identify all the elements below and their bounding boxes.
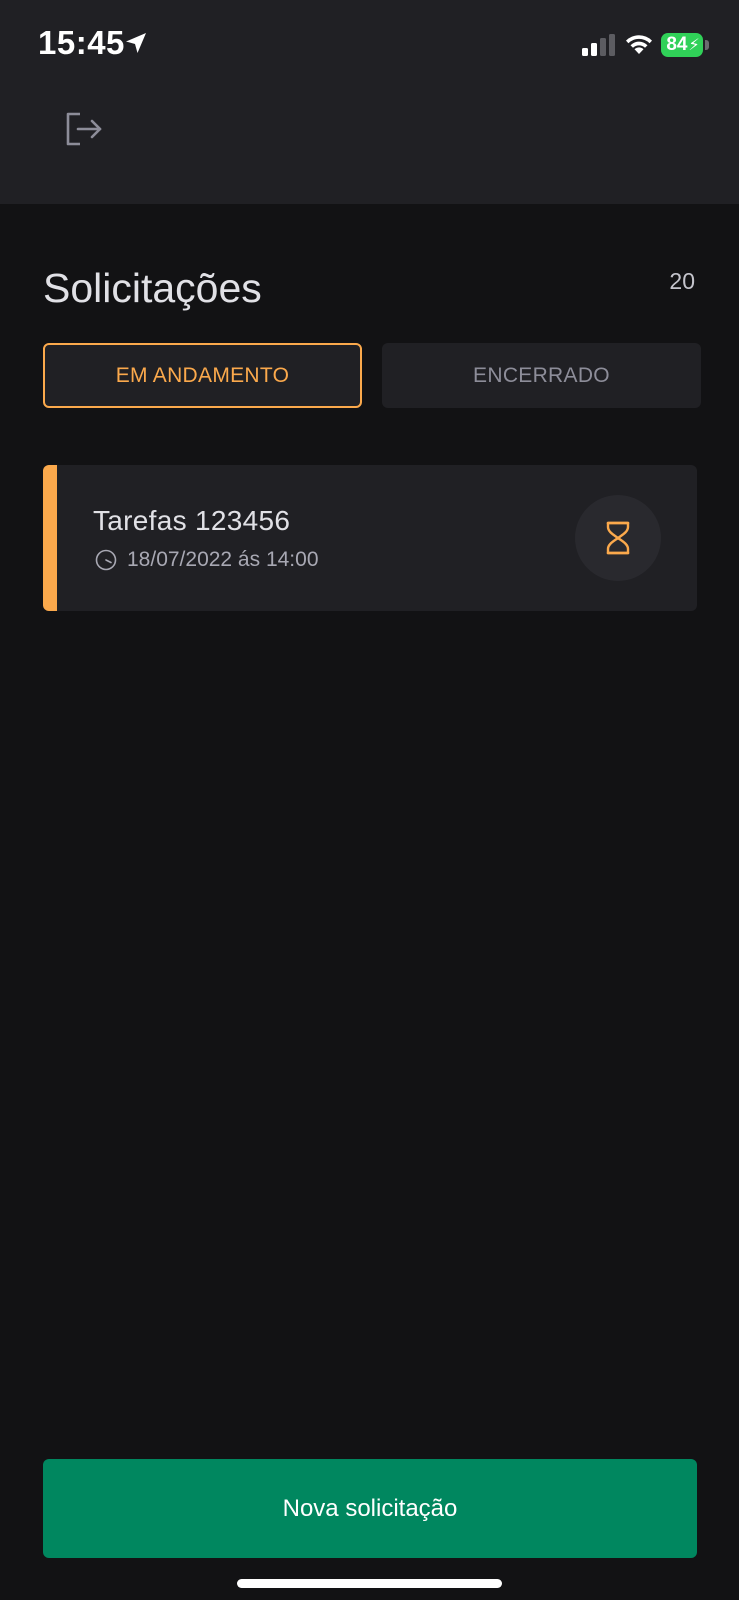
tab-encerrado[interactable]: ENCERRADO [382, 343, 701, 408]
screen: 15:45 84 ⚡ Solicitações 20 EM ANDAMENTO E… [0, 0, 739, 1600]
request-title: Tarefas 123456 [93, 505, 291, 536]
cellular-signal-icon [582, 34, 615, 56]
card-status-accent [43, 465, 57, 611]
top-bar: 15:45 84 ⚡ [0, 0, 739, 204]
request-count: 20 [669, 268, 695, 294]
home-indicator[interactable] [237, 1579, 502, 1588]
status-time: 15:45 [38, 24, 125, 61]
hourglass-icon [606, 521, 630, 555]
battery-cap [705, 40, 709, 50]
request-card[interactable]: Tarefas 123456 18/07/2022 ás 14:00 [43, 465, 697, 611]
request-date: 18/07/2022 ás 14:00 [127, 548, 319, 571]
wifi-icon [626, 35, 652, 54]
status-badge [575, 495, 661, 581]
logout-icon[interactable] [60, 104, 108, 152]
battery-level: 84 [666, 34, 688, 55]
page-title: Solicitações [43, 265, 262, 311]
battery-indicator: 84 ⚡ [661, 33, 703, 57]
tab-em-andamento[interactable]: EM ANDAMENTO [43, 343, 362, 408]
clock-icon [95, 549, 117, 571]
new-request-button[interactable]: Nova solicitação [43, 1459, 697, 1558]
battery-charging-icon: ⚡ [688, 37, 700, 54]
request-date-row: 18/07/2022 ás 14:00 [95, 548, 319, 572]
location-arrow-icon [126, 33, 146, 53]
